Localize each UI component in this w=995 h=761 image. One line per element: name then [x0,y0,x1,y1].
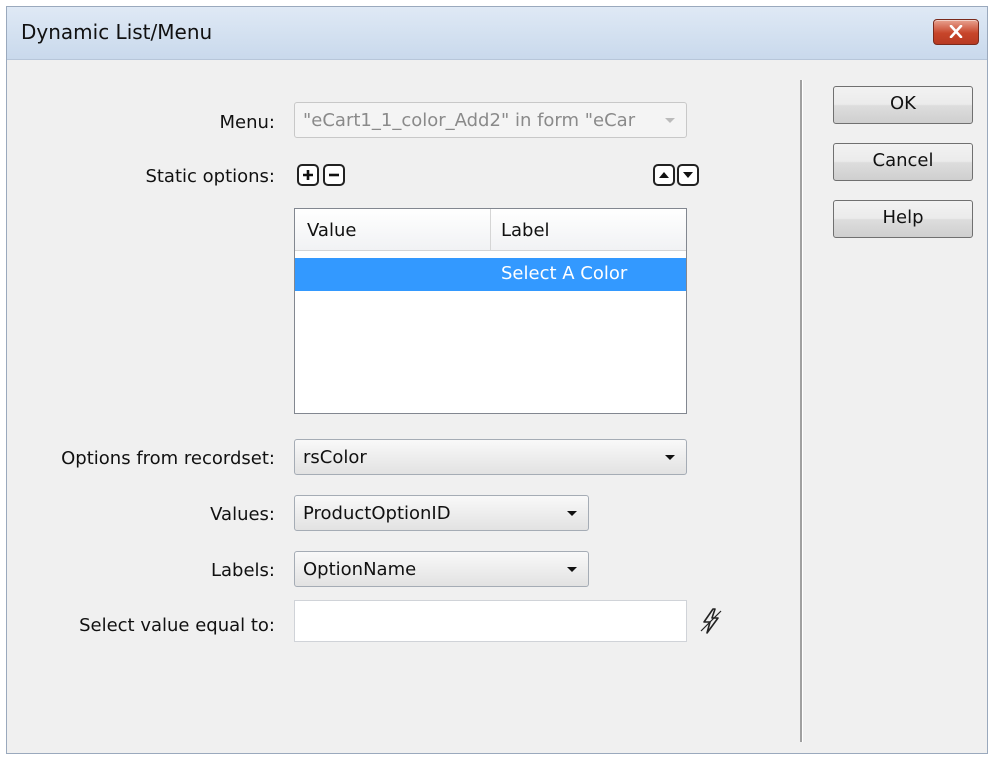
list-item[interactable]: Select A Color [295,258,686,291]
static-options-list[interactable]: Value Label Select A Color [294,208,687,414]
chevron-down-icon [665,118,675,123]
menu-select: "eCart1_1_color_Add2" in form "eCar [294,102,687,138]
move-down-button[interactable] [677,164,699,186]
recordset-select[interactable]: rsColor [294,439,687,475]
values-label: Values: [210,504,275,525]
help-button[interactable]: Help [833,200,973,238]
remove-option-button[interactable] [323,164,345,186]
dialog-title: Dynamic List/Menu [21,20,213,44]
chevron-down-icon [567,511,577,516]
option-label-cell: Select A Color [501,263,628,284]
close-icon [949,25,963,38]
add-option-button[interactable] [297,164,319,186]
values-select[interactable]: ProductOptionID [294,495,589,531]
select-value-label: Select value equal to: [79,615,275,636]
title-bar[interactable]: Dynamic List/Menu [7,7,987,60]
static-options-label: Static options: [145,166,275,187]
column-header-value[interactable]: Value [307,220,356,241]
plus-icon [303,170,313,180]
values-value: ProductOptionID [303,503,451,524]
menu-value: "eCart1_1_color_Add2" in form "eCar [303,110,636,131]
labels-label: Labels: [210,560,275,581]
dialog-body: Menu: "eCart1_1_color_Add2" in form "eCa… [7,60,987,753]
select-value-input[interactable] [294,600,687,642]
labels-select[interactable]: OptionName [294,551,589,587]
recordset-label: Options from recordset: [61,448,275,469]
minus-icon [329,173,339,177]
arrow-up-icon [659,172,669,178]
lightning-icon[interactable] [697,607,725,635]
arrow-down-icon [683,172,693,178]
labels-value: OptionName [303,559,417,580]
recordset-value: rsColor [303,447,367,468]
close-button[interactable] [933,19,979,45]
chevron-down-icon [567,567,577,572]
cancel-button[interactable]: Cancel [833,143,973,181]
chevron-down-icon [665,455,675,460]
vertical-divider [800,80,803,742]
list-header: Value Label [295,209,686,251]
dialog-window: Dynamic List/Menu Menu: "eCart1_1_color_… [6,6,988,754]
ok-button[interactable]: OK [833,86,973,124]
column-header-label[interactable]: Label [501,220,550,241]
column-separator[interactable] [490,209,491,250]
move-up-button[interactable] [653,164,675,186]
menu-label: Menu: [219,112,276,133]
